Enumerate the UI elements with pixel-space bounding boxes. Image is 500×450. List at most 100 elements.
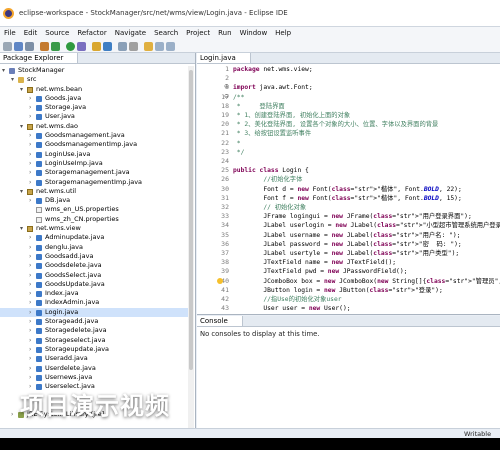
- tree-item[interactable]: ▾ StockManager: [0, 66, 190, 75]
- code-line[interactable]: /**: [233, 93, 244, 102]
- tree-item[interactable]: › LoginUseImp.java: [0, 159, 190, 168]
- code-line[interactable]: // 初始化对象: [233, 203, 306, 212]
- tree-item[interactable]: ▾ net.wms.dao: [0, 122, 190, 131]
- menu-project[interactable]: Project: [182, 27, 214, 37]
- code-line[interactable]: Font d = new Font(class="str">"楷体", Font…: [233, 185, 461, 194]
- tree-item[interactable]: ▾ net.wms.util: [0, 187, 190, 196]
- save-icon[interactable]: [14, 42, 23, 51]
- menu-help[interactable]: Help: [271, 27, 295, 37]
- expand-arrow-icon[interactable]: ›: [29, 364, 31, 373]
- expand-arrow-icon[interactable]: ›: [29, 103, 31, 112]
- tree-item[interactable]: › Goodsdelete.java: [0, 261, 190, 270]
- collapse-arrow-icon[interactable]: ▾: [20, 224, 23, 233]
- tree-item[interactable]: › Index.java: [0, 289, 190, 298]
- search-icon[interactable]: [129, 42, 138, 51]
- code-line[interactable]: JTextField pwd = new JPasswordField();: [233, 267, 407, 276]
- code-line[interactable]: * 登陆界面: [233, 102, 285, 111]
- expand-fold-icon[interactable]: ⊕: [224, 83, 229, 90]
- collapse-arrow-icon[interactable]: ▾: [11, 75, 14, 84]
- expand-arrow-icon[interactable]: ›: [29, 112, 31, 121]
- open-type-icon[interactable]: [118, 42, 127, 51]
- expand-arrow-icon[interactable]: ›: [29, 168, 31, 177]
- build-icon[interactable]: [40, 42, 49, 51]
- menu-edit[interactable]: Edit: [20, 27, 42, 37]
- code-line[interactable]: * 3、给按钮设置监听事件: [233, 129, 311, 138]
- code-line[interactable]: JButton login = new JButton(class="str">…: [233, 286, 442, 295]
- tree-item[interactable]: › LoginUse.java: [0, 150, 190, 159]
- expand-arrow-icon[interactable]: ›: [29, 178, 31, 187]
- code-line[interactable]: JLabel userlogin = new JLabel(class="str…: [233, 221, 500, 230]
- expand-arrow-icon[interactable]: ›: [29, 243, 31, 252]
- expand-arrow-icon[interactable]: ›: [29, 271, 31, 280]
- code-line[interactable]: * 2、美化登陆界面, 设置各个对象的大小、位置、字体以及界面的背景: [233, 120, 439, 129]
- code-line[interactable]: User user = new User();: [233, 304, 350, 313]
- expand-arrow-icon[interactable]: ›: [29, 298, 31, 307]
- tree-item[interactable]: › Userdelete.java: [0, 364, 190, 373]
- menu-run[interactable]: Run: [214, 27, 235, 37]
- code-line[interactable]: *: [233, 139, 241, 148]
- new-icon[interactable]: [3, 42, 12, 51]
- code-line[interactable]: public class Login {: [233, 166, 309, 175]
- collapse-arrow-icon[interactable]: ▾: [20, 122, 23, 131]
- tree-item[interactable]: › Goodsmanagement.java: [0, 131, 190, 140]
- code-line[interactable]: Font f = new Font(class="str">"楷体", Font…: [233, 194, 461, 203]
- code-line[interactable]: * 1、创建登陆界面, 初始化上面的对象: [233, 111, 350, 120]
- tree-item[interactable]: › Goodsadd.java: [0, 252, 190, 261]
- code-line[interactable]: */: [233, 148, 245, 157]
- expand-arrow-icon[interactable]: ›: [29, 131, 31, 140]
- tree-item[interactable]: ▾ src: [0, 75, 190, 84]
- code-line[interactable]: import java.awt.Font;: [233, 83, 313, 92]
- code-line[interactable]: JLabel username = new JLabel(class="str"…: [233, 231, 460, 240]
- code-line[interactable]: package net.wms.view;: [233, 65, 313, 74]
- expand-arrow-icon[interactable]: ›: [29, 252, 31, 261]
- tree-item[interactable]: › StoragemanagementImp.java: [0, 178, 190, 187]
- tree-item[interactable]: › Storageupdate.java: [0, 345, 190, 354]
- tree-item[interactable]: › IndexAdmin.java: [0, 298, 190, 307]
- expand-arrow-icon[interactable]: ›: [29, 140, 31, 149]
- tree-item[interactable]: › GoodsUpdate.java: [0, 280, 190, 289]
- expand-arrow-icon[interactable]: ›: [29, 308, 31, 317]
- new-java-project-icon[interactable]: [92, 42, 101, 51]
- expand-arrow-icon[interactable]: ›: [29, 233, 31, 242]
- tree-item[interactable]: › Storage.java: [0, 103, 190, 112]
- expand-arrow-icon[interactable]: ›: [29, 150, 31, 159]
- tree-item[interactable]: › Storagemanagement.java: [0, 168, 190, 177]
- save-all-icon[interactable]: [25, 42, 34, 51]
- code-line[interactable]: JFrame logingui = new JFrame(class="str"…: [233, 212, 471, 221]
- tree-item[interactable]: wms_en_US.properties: [0, 205, 190, 214]
- expand-arrow-icon[interactable]: ›: [29, 159, 31, 168]
- tree-item[interactable]: › Usernews.java: [0, 373, 190, 382]
- code-line[interactable]: //初始化字体: [233, 175, 302, 184]
- code-line[interactable]: JLabel password = new JLabel(class="str"…: [233, 240, 461, 249]
- code-line[interactable]: public void LoginGui() {: [233, 313, 339, 314]
- collapse-fold-icon[interactable]: ⊖: [224, 93, 229, 100]
- back-icon[interactable]: [155, 42, 164, 51]
- tree-item[interactable]: › Goods.java: [0, 94, 190, 103]
- menu-navigate[interactable]: Navigate: [111, 27, 150, 37]
- expand-arrow-icon[interactable]: ›: [11, 410, 13, 419]
- expand-arrow-icon[interactable]: ›: [29, 94, 31, 103]
- tab-login-java[interactable]: Login.java: [197, 53, 251, 64]
- expand-arrow-icon[interactable]: ›: [29, 345, 31, 354]
- code-line[interactable]: //指Use的初始化对象user: [233, 295, 341, 304]
- code-line[interactable]: JLabel usertyle = new JLabel(class="str"…: [233, 249, 459, 258]
- collapse-fold-icon[interactable]: ⊖: [224, 313, 229, 314]
- code-line[interactable]: JTextField name = new JTextField();: [233, 258, 396, 267]
- tree-item[interactable]: › GoodsSelect.java: [0, 271, 190, 280]
- expand-arrow-icon[interactable]: ›: [29, 289, 31, 298]
- expand-arrow-icon[interactable]: ›: [29, 317, 31, 326]
- tree-item[interactable]: › GoodsmanagementImp.java: [0, 140, 190, 149]
- menu-source[interactable]: Source: [41, 27, 73, 37]
- tree-item[interactable]: › User.java: [0, 112, 190, 121]
- tree-item[interactable]: › denglu.java: [0, 243, 190, 252]
- menu-file[interactable]: File: [0, 27, 20, 37]
- tree-item[interactable]: ▾ net.wms.view: [0, 224, 190, 233]
- forward-icon[interactable]: [166, 42, 175, 51]
- scrollbar-thumb[interactable]: [189, 70, 193, 370]
- tree-item[interactable]: › Login.java: [0, 307, 190, 318]
- expand-arrow-icon[interactable]: ›: [29, 280, 31, 289]
- run-icon[interactable]: [66, 42, 75, 51]
- explorer-scrollbar[interactable]: [188, 66, 194, 438]
- debug-icon[interactable]: [51, 42, 60, 51]
- tab-package-explorer[interactable]: Package Explorer: [0, 53, 79, 64]
